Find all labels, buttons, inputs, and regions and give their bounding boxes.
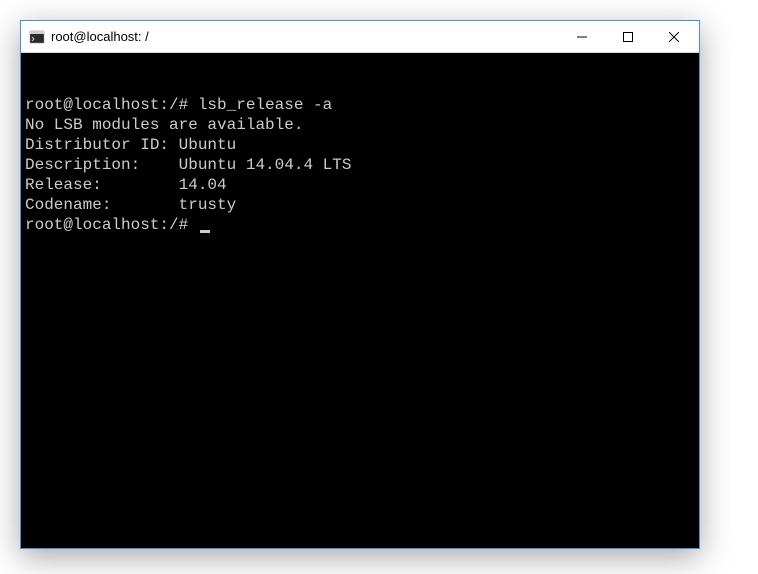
output-text: Codename: trusty	[25, 196, 236, 214]
output-text: Distributor ID: Ubuntu	[25, 136, 236, 154]
prompt: root@localhost:/#	[25, 216, 198, 234]
terminal-line: No LSB modules are available.	[25, 115, 695, 135]
command-text: lsb_release -a	[198, 96, 332, 114]
minimize-button[interactable]	[559, 22, 605, 52]
terminal-line: root@localhost:/#	[25, 215, 695, 235]
terminal-line: Distributor ID: Ubuntu	[25, 135, 695, 155]
terminal-line: Description: Ubuntu 14.04.4 LTS	[25, 155, 695, 175]
prompt: root@localhost:/#	[25, 96, 198, 114]
window-title: root@localhost: /	[51, 29, 559, 44]
terminal-line: Release: 14.04	[25, 175, 695, 195]
output-text: No LSB modules are available.	[25, 116, 303, 134]
window-controls	[559, 21, 697, 52]
terminal-output[interactable]: root@localhost:/# lsb_release -aNo LSB m…	[21, 53, 699, 548]
terminal-line: root@localhost:/# lsb_release -a	[25, 95, 695, 115]
terminal-line: Codename: trusty	[25, 195, 695, 215]
cursor	[200, 230, 210, 233]
titlebar[interactable]: root@localhost: /	[21, 21, 699, 53]
output-text: Release: 14.04	[25, 176, 227, 194]
terminal-window: root@localhost: / root@localhost:/# lsb_…	[20, 20, 700, 549]
terminal-icon	[29, 29, 45, 45]
output-text: Description: Ubuntu 14.04.4 LTS	[25, 156, 351, 174]
maximize-button[interactable]	[605, 22, 651, 52]
close-button[interactable]	[651, 22, 697, 52]
